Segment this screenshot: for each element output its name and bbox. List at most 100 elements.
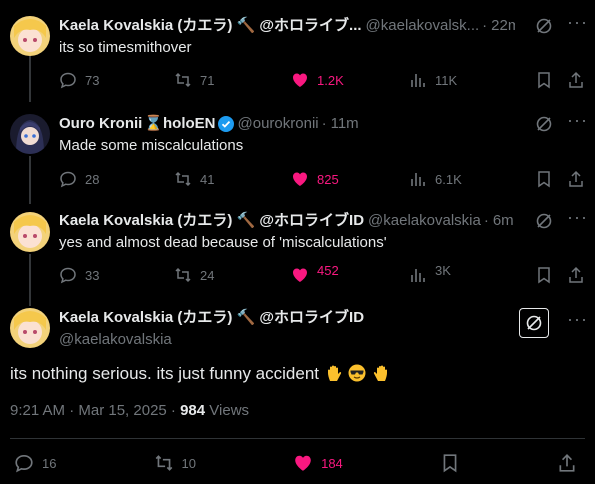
repost-count: 24 — [200, 267, 215, 283]
tweet-actions: 28 41 825 6.1K — [59, 169, 585, 189]
main-tweet-text-content: its nothing serious. its just funny acci… — [10, 364, 319, 383]
bookmark-button[interactable] — [535, 71, 553, 89]
grok-button[interactable] — [519, 308, 549, 338]
like-count: 452 — [317, 262, 339, 278]
timestamp[interactable]: 11m — [331, 114, 359, 134]
display-name-suffix[interactable]: holoEN — [163, 114, 216, 134]
more-icon[interactable]: ··· — [567, 13, 587, 35]
repost-button[interactable]: 41 — [174, 170, 291, 188]
separator-dot: · — [482, 17, 488, 34]
tweet-header: Kaela Kovalskia (カエラ) 🔨 @ホロライブ... @kaela… — [59, 16, 515, 36]
tweet-text: its so timesmithover — [59, 39, 192, 56]
display-name[interactable]: Kaela Kovalskia (カエラ) 🔨 @ホロライブ... — [59, 16, 362, 36]
reply-count: 28 — [85, 171, 100, 187]
timestamp[interactable]: 22m — [491, 16, 515, 36]
bookmark-icon — [538, 72, 550, 89]
avatar[interactable] — [10, 212, 50, 252]
grok-icon[interactable] — [535, 115, 553, 133]
heart-icon — [295, 455, 311, 471]
reply-icon — [60, 72, 76, 89]
views-button[interactable]: 11K — [409, 71, 517, 89]
avatar[interactable] — [10, 308, 50, 348]
like-button[interactable]: 184 — [293, 453, 343, 473]
tweet-top-icons: ··· — [535, 111, 587, 133]
timestamp[interactable]: 6m — [493, 211, 514, 231]
main-tweet-text: its nothing serious. its just funny acci… — [10, 362, 390, 386]
grok-icon[interactable] — [535, 17, 553, 35]
repost-button[interactable]: 71 — [174, 71, 291, 89]
more-icon[interactable]: ··· — [567, 111, 587, 133]
thread-line — [29, 254, 31, 306]
repost-count: 71 — [200, 72, 215, 88]
reply-button[interactable]: 73 — [59, 71, 174, 89]
repost-button[interactable]: 10 — [154, 453, 196, 473]
tweet-text: Made some miscalculations — [59, 137, 244, 154]
reply-icon — [60, 171, 76, 188]
tweet-top-icons: ··· — [535, 208, 587, 230]
tweet-actions: 33 24 452 3K — [59, 262, 585, 285]
views-count: 3K — [435, 262, 451, 278]
separator-dot: · — [321, 115, 327, 132]
reply-button[interactable]: 33 — [59, 266, 174, 284]
views-label: Views — [209, 402, 250, 419]
more-icon[interactable]: ··· — [567, 208, 587, 230]
raised-hand-emoji-icon — [374, 365, 388, 381]
bookmark-icon — [538, 171, 550, 188]
views-button[interactable]: 6.1K — [409, 170, 517, 188]
tweet-3[interactable]: Kaela Kovalskia (カエラ) 🔨 @ホロライブID @kaelak… — [0, 200, 595, 306]
like-button[interactable]: 825 — [291, 170, 409, 188]
handle[interactable]: @kaelakovalsk... — [366, 16, 480, 36]
views-count: 11K — [435, 72, 458, 88]
tweet-header: Ouro Kronii ⌛ holoEN @ourokronii · 11m — [59, 114, 515, 134]
display-name[interactable]: Kaela Kovalskia (カエラ) 🔨 @ホロライブID — [59, 308, 364, 328]
grok-icon[interactable] — [535, 212, 553, 230]
share-icon — [569, 71, 583, 88]
bookmark-icon — [538, 267, 550, 284]
like-count: 1.2K — [317, 72, 344, 88]
tweet-header: Kaela Kovalskia (カエラ) 🔨 @ホロライブID @kaelak… — [59, 211, 515, 231]
share-button[interactable] — [557, 453, 577, 473]
share-button[interactable] — [567, 266, 585, 284]
divider — [10, 438, 585, 439]
reply-button[interactable]: 28 — [59, 170, 174, 188]
timestamp[interactable]: 9:21 AM · Mar 15, 2025 · — [10, 402, 176, 419]
repost-count: 41 — [200, 171, 215, 187]
raised-hand-emoji-icon — [327, 365, 341, 381]
repost-icon — [175, 267, 191, 283]
handle[interactable]: @kaelakovalskia — [368, 211, 481, 231]
repost-button[interactable]: 24 — [174, 266, 291, 284]
handle[interactable]: @kaelakovalskia — [59, 330, 172, 350]
more-icon[interactable]: ··· — [567, 310, 587, 332]
handle-row: @kaelakovalskia — [59, 330, 515, 350]
handle[interactable]: @ourokronii — [238, 114, 319, 134]
share-button[interactable] — [567, 71, 585, 89]
tweet-text: yes and almost dead because of 'miscalcu… — [59, 234, 387, 251]
sunglasses-emoji-icon — [348, 364, 366, 382]
bookmark-button[interactable] — [440, 453, 460, 473]
tweet-2[interactable]: Ouro Kronii ⌛ holoEN @ourokronii · 11m ·… — [0, 100, 595, 204]
repost-icon — [175, 72, 191, 88]
heart-icon — [293, 268, 307, 282]
reply-button[interactable]: 16 — [14, 453, 56, 473]
grok-icon — [526, 315, 542, 331]
display-name[interactable]: Kaela Kovalskia (カエラ) 🔨 @ホロライブID — [59, 211, 364, 231]
tweet-1[interactable]: Kaela Kovalskia (カエラ) 🔨 @ホロライブ... @kaela… — [0, 0, 595, 102]
share-icon — [569, 266, 583, 283]
like-button[interactable]: 452 — [291, 262, 409, 284]
thread-line — [29, 56, 31, 102]
avatar[interactable] — [10, 114, 50, 154]
tweet-header: Kaela Kovalskia (カエラ) 🔨 @ホロライブID — [59, 308, 515, 328]
views-button[interactable]: 3K — [409, 262, 517, 284]
like-button[interactable]: 1.2K — [291, 71, 409, 89]
repost-count: 10 — [181, 455, 197, 471]
tweet-top-icons: ··· — [535, 13, 587, 35]
bookmark-button[interactable] — [535, 266, 553, 284]
reply-icon — [60, 267, 76, 284]
tweet-top-icons: ··· — [567, 310, 587, 332]
share-button[interactable] — [567, 170, 585, 188]
bookmark-button[interactable] — [535, 170, 553, 188]
display-name[interactable]: Ouro Kronii — [59, 114, 142, 134]
avatar[interactable] — [10, 16, 50, 56]
thread-line — [29, 156, 31, 204]
reply-icon — [15, 454, 33, 473]
